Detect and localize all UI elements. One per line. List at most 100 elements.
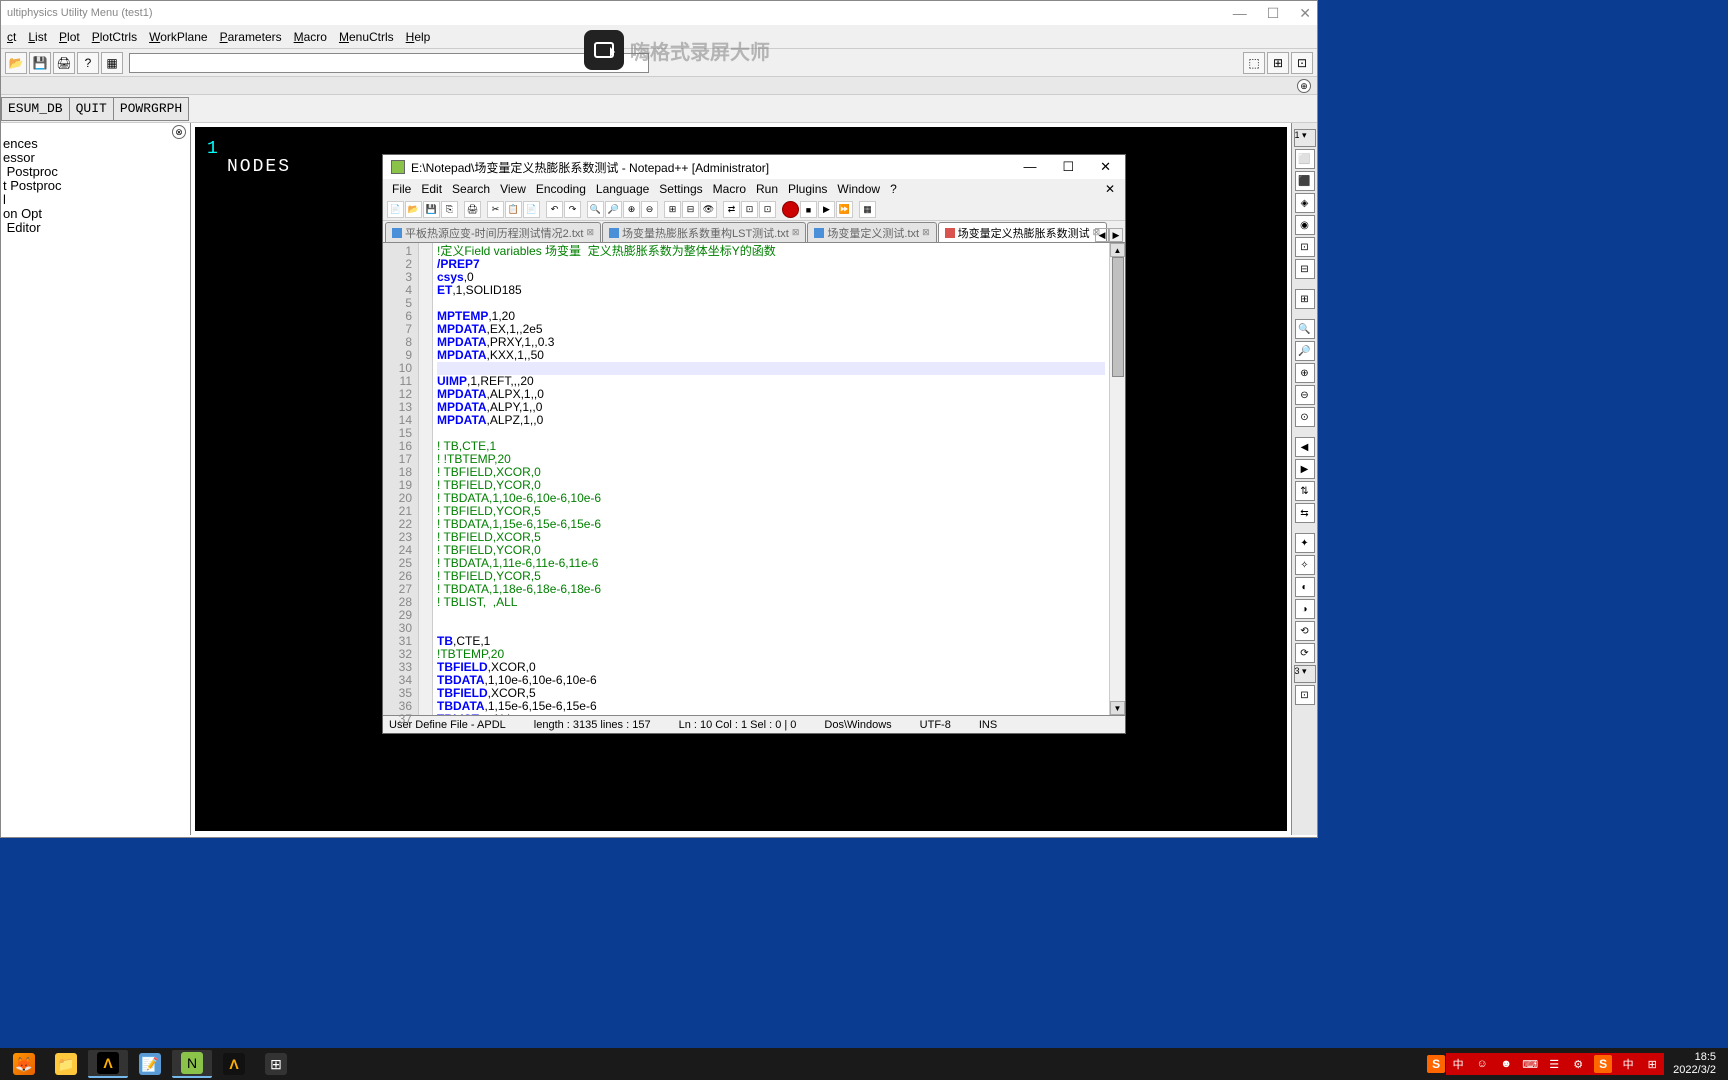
help-icon[interactable]: ? bbox=[77, 52, 99, 74]
toolbar-btn-19[interactable]: ⊞ bbox=[664, 201, 681, 218]
code-line[interactable]: /PREP7 bbox=[437, 258, 1105, 271]
fold-gutter[interactable] bbox=[419, 243, 433, 715]
menu-list[interactable]: List bbox=[22, 30, 53, 44]
toolbar-btn-29[interactable]: ▶ bbox=[818, 201, 835, 218]
sogou-ime-icon-2[interactable]: S bbox=[1594, 1055, 1612, 1073]
grid-icon[interactable]: ▦ bbox=[101, 52, 123, 74]
print-icon[interactable]: 🖨 bbox=[53, 52, 75, 74]
scroll-thumb[interactable] bbox=[1112, 257, 1124, 377]
menu-window[interactable]: Window bbox=[832, 182, 885, 196]
npp-titlebar[interactable]: E:\Notepad\场变量定义热膨胀系数测试 - Notepad++ [Adm… bbox=[383, 155, 1125, 179]
ime-indicator-2[interactable]: 中 bbox=[1620, 1056, 1636, 1072]
expand-icon[interactable]: ⊕ bbox=[1297, 79, 1311, 93]
tray-icon-4[interactable]: ⚙ bbox=[1570, 1056, 1586, 1072]
tab-0[interactable]: 平板热源应变-时间历程测试情况2.txt⊠ bbox=[385, 222, 601, 242]
code-line[interactable]: csys,0 bbox=[437, 271, 1105, 284]
tree-item[interactable]: t Postproc bbox=[3, 179, 188, 193]
right-tool-1[interactable]: ⬛ bbox=[1295, 171, 1315, 191]
tree-close-icon[interactable]: ⊗ bbox=[172, 125, 186, 139]
tree-item[interactable]: on Opt bbox=[3, 207, 188, 221]
tab-3[interactable]: 场变量定义热膨胀系数测试⊠ bbox=[938, 222, 1108, 242]
right-tool-22[interactable]: ◐ bbox=[1295, 577, 1315, 597]
right-tool-21[interactable]: ✧ bbox=[1295, 555, 1315, 575]
menubar-close-icon[interactable]: ✕ bbox=[1099, 182, 1121, 196]
code-line[interactable]: TBLIST, ,ALL bbox=[437, 713, 1105, 715]
taskbar-explorer[interactable]: 📁 bbox=[46, 1050, 86, 1078]
maximize-button[interactable]: ☐ bbox=[1056, 157, 1080, 177]
toolbar-btn-12[interactable]: ↷ bbox=[564, 201, 581, 218]
toolbar-btn-20[interactable]: ⊟ bbox=[682, 201, 699, 218]
tab-close-icon[interactable]: ⊠ bbox=[792, 227, 800, 238]
toolbar-btn-25[interactable]: ⊡ bbox=[759, 201, 776, 218]
toolbar-btn-8[interactable]: 📋 bbox=[505, 201, 522, 218]
maximize-button[interactable]: ☐ bbox=[1267, 5, 1280, 22]
tray-icon-1[interactable]: ☺ bbox=[1474, 1056, 1490, 1072]
tool-icon-2[interactable]: ⊞ bbox=[1267, 52, 1289, 74]
menu-run[interactable]: Run bbox=[751, 182, 783, 196]
code-line[interactable]: ! TBLIST, ,ALL bbox=[437, 596, 1105, 609]
close-button[interactable]: ✕ bbox=[1094, 157, 1117, 177]
menu-settings[interactable]: Settings bbox=[654, 182, 707, 196]
code-line[interactable] bbox=[437, 362, 1105, 375]
code-line[interactable]: ! TBDATA,1,18e-6,18e-6,18e-6 bbox=[437, 583, 1105, 596]
tab-prev-icon[interactable]: ◀ bbox=[1095, 228, 1109, 242]
right-tool-10[interactable]: 🔎 bbox=[1295, 341, 1315, 361]
toolbar-btn-9[interactable]: 📄 bbox=[523, 201, 540, 218]
taskbar-firefox[interactable]: 🦊 bbox=[4, 1050, 44, 1078]
tab-1[interactable]: 场变量热膨胀系数重构LST测试.txt⊠ bbox=[602, 222, 806, 242]
view-select-1[interactable]: 1 ▾ bbox=[1294, 129, 1316, 147]
tree-item[interactable]: l bbox=[3, 193, 188, 207]
code-line[interactable] bbox=[437, 297, 1105, 310]
toolbar-btn-15[interactable]: 🔎 bbox=[605, 201, 622, 218]
menu-plot[interactable]: Plot bbox=[53, 30, 86, 44]
tab-close-icon[interactable]: ⊠ bbox=[586, 227, 594, 238]
toolbar-btn-27[interactable] bbox=[782, 201, 799, 218]
code-line[interactable]: !定义Field variables 场变量 定义热膨胀系数为整体坐标Y的函数 bbox=[437, 245, 1105, 258]
close-button[interactable]: ✕ bbox=[1299, 5, 1311, 22]
right-tool-23[interactable]: ◑ bbox=[1295, 599, 1315, 619]
toolbar-btn-0[interactable]: 📄 bbox=[387, 201, 404, 218]
right-tool-3[interactable]: ◉ bbox=[1295, 215, 1315, 235]
right-tool-18[interactable]: ⇆ bbox=[1295, 503, 1315, 523]
tree-item[interactable]: essor bbox=[3, 151, 188, 165]
tree-item[interactable]: ences bbox=[3, 137, 188, 151]
scroll-down-icon[interactable]: ▼ bbox=[1110, 701, 1125, 715]
toolbar-btn-3[interactable]: ⎘ bbox=[441, 201, 458, 218]
toolbar-btn-5[interactable]: 🖨 bbox=[464, 201, 481, 218]
menu-parameters[interactable]: Parameters bbox=[214, 30, 288, 44]
code-line[interactable]: ET,1,SOLID185 bbox=[437, 284, 1105, 297]
tab-2[interactable]: 场变量定义测试.txt⊠ bbox=[807, 222, 936, 242]
taskbar-notepadpp[interactable]: N bbox=[172, 1050, 212, 1078]
toolbar-btn-14[interactable]: 🔍 bbox=[587, 201, 604, 218]
menu-search[interactable]: Search bbox=[447, 182, 495, 196]
code-line[interactable] bbox=[437, 427, 1105, 440]
right-tool-11[interactable]: ⊕ bbox=[1295, 363, 1315, 383]
menu-file[interactable]: File bbox=[387, 182, 416, 196]
toolbar-btn-1[interactable]: 📂 bbox=[405, 201, 422, 218]
view-select-2[interactable]: 3 ▾ bbox=[1294, 665, 1316, 683]
code-line[interactable]: TBDATA,1,15e-6,15e-6,15e-6 bbox=[437, 700, 1105, 713]
toolbar-btn-24[interactable]: ⊡ bbox=[741, 201, 758, 218]
code-line[interactable] bbox=[437, 609, 1105, 622]
code-line[interactable]: TBDATA,1,10e-6,10e-6,10e-6 bbox=[437, 674, 1105, 687]
right-tool-7[interactable]: ⊞ bbox=[1295, 289, 1315, 309]
code-line[interactable] bbox=[437, 622, 1105, 635]
line-number-gutter[interactable]: 1234567891011121314151617181920212223242… bbox=[383, 243, 419, 715]
code-line[interactable]: MPDATA,KXX,1,,50 bbox=[437, 349, 1105, 362]
menu-?[interactable]: ? bbox=[885, 182, 902, 196]
right-tool-4[interactable]: ⊡ bbox=[1295, 237, 1315, 257]
toolbar-btn-16[interactable]: ⊕ bbox=[623, 201, 640, 218]
right-tool-0[interactable]: ⬜ bbox=[1295, 149, 1315, 169]
code-line[interactable]: TB,CTE,1 bbox=[437, 635, 1105, 648]
toolbar-btn-11[interactable]: ↶ bbox=[546, 201, 563, 218]
tab-next-icon[interactable]: ▶ bbox=[1109, 228, 1123, 242]
tool-icon-1[interactable]: ⬚ bbox=[1243, 52, 1265, 74]
code-line[interactable]: MPDATA,ALPZ,1,,0 bbox=[437, 414, 1105, 427]
taskbar-notes[interactable]: 📝 bbox=[130, 1050, 170, 1078]
ansys-titlebar[interactable]: ultiphysics Utility Menu (test1) — ☐ ✕ bbox=[1, 1, 1317, 25]
right-tool-17[interactable]: ⇅ bbox=[1295, 481, 1315, 501]
toolbar-btn-30[interactable]: ⏩ bbox=[836, 201, 853, 218]
ime-indicator[interactable]: 中 bbox=[1450, 1056, 1466, 1072]
menu-language[interactable]: Language bbox=[591, 182, 654, 196]
tray-icon-3[interactable]: ☰ bbox=[1546, 1056, 1562, 1072]
